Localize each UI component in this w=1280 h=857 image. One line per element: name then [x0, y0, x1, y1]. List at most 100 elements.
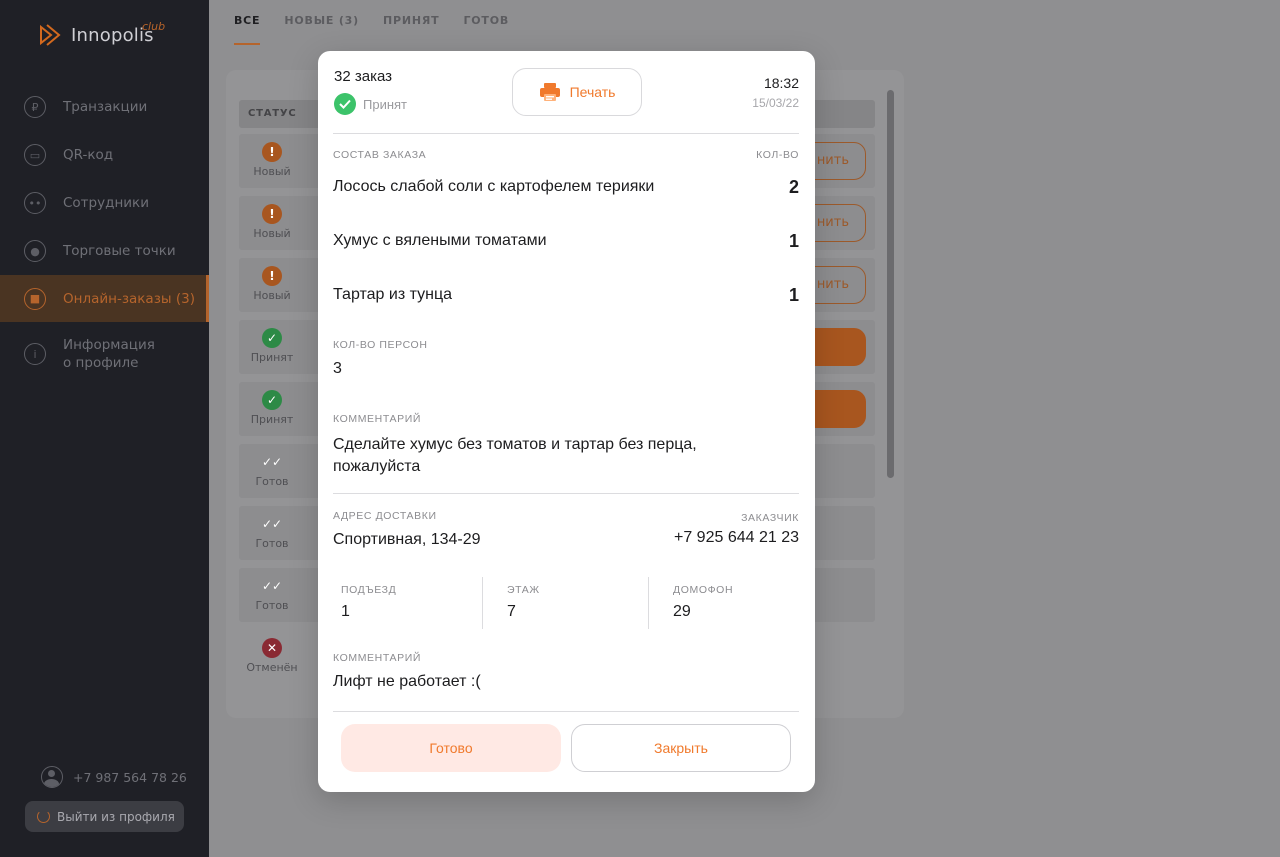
app-logo[interactable]: Innopolis club	[38, 20, 165, 48]
delivery-address: Спортивная, 134-29	[333, 531, 481, 548]
sidebar-item-label-line1: Информация	[63, 337, 155, 353]
floor-value: 7	[507, 603, 516, 620]
composition-caption: СОСТАВ ЗАКАЗА	[333, 149, 427, 161]
qr-icon: ▭	[24, 144, 46, 166]
qty-caption: КОЛ-ВО	[756, 149, 799, 161]
status-label: Готов	[255, 537, 289, 550]
entrance-caption: ПОДЪЕЗД	[341, 584, 397, 596]
warning-icon: !	[262, 142, 282, 162]
logout-label: Выйти из профиля	[57, 809, 175, 824]
tab-all[interactable]: ВСЕ	[234, 0, 261, 45]
sidebar-item-label-line2: о профиле	[63, 355, 139, 371]
customer-caption: ЗАКАЗЧИК	[741, 512, 799, 524]
tab-ready[interactable]: ГОТОВ	[463, 0, 509, 45]
bag-icon: ■	[24, 287, 46, 310]
order-item-name: Хумус с вялеными томатами	[333, 232, 547, 249]
divider	[333, 493, 799, 494]
profile-phone: +7 987 564 78 26	[41, 766, 187, 788]
status-label: Принят	[250, 351, 294, 364]
double-check-icon: ✓✓	[262, 455, 283, 469]
sidebar-item-label: Торговые точки	[63, 243, 176, 259]
intercom-caption: ДОМОФОН	[673, 584, 734, 596]
info-icon: i	[24, 343, 46, 365]
status-label: Готов	[255, 599, 289, 612]
phone-text: +7 987 564 78 26	[73, 769, 187, 785]
table-header-status: СТАТУС	[248, 108, 297, 119]
print-button[interactable]: Печать	[512, 68, 642, 116]
double-check-icon: ✓✓	[262, 579, 283, 593]
status-cell: ✓✓ Готов	[239, 576, 305, 612]
order-status: Принят	[334, 93, 407, 115]
order-date: 15/03/22	[752, 96, 799, 110]
sidebar-item-profile-info[interactable]: i Информация о профиле	[0, 330, 209, 378]
address-caption: АДРЕС ДОСТАВКИ	[333, 510, 437, 522]
order-tabs: ВСЕ НОВЫЕ (3) ПРИНЯТ ГОТОВ	[234, 0, 533, 45]
status-label: Новый	[253, 165, 291, 178]
sidebar-item-label: Онлайн-заказы (3)	[63, 290, 195, 307]
order-item-qty: 1	[788, 285, 799, 305]
status-label: Отменён	[246, 661, 298, 674]
status-label: Новый	[253, 227, 291, 240]
entrance-value: 1	[341, 603, 350, 620]
status-cell: ! Новый	[239, 142, 305, 178]
delivery-comment-caption: КОММЕНТАРИЙ	[333, 652, 422, 664]
tab-accepted[interactable]: ПРИНЯТ	[383, 0, 439, 45]
ruble-icon: ₽	[24, 96, 46, 118]
order-details-modal: 32 заказ Принят Печать 18:32 15/03/22 СО…	[318, 51, 815, 792]
floor-caption: ЭТАЖ	[507, 584, 540, 596]
print-label: Печать	[569, 84, 616, 100]
order-title: 32 заказ	[334, 68, 393, 85]
status-cell: ✓✓ Готов	[239, 452, 305, 488]
scrollbar[interactable]	[887, 90, 894, 478]
check-circle-icon	[334, 93, 356, 115]
double-check-icon: ✓✓	[262, 517, 283, 531]
sidebar-item-label: Информация о профиле	[63, 336, 155, 372]
order-item-name: Тартар из тунца	[333, 286, 453, 303]
persons-caption: КОЛ-ВО ПЕРСОН	[333, 339, 428, 351]
sidebar-item-qr[interactable]: ▭ QR-код	[0, 131, 209, 179]
order-status-label: Принят	[363, 96, 408, 112]
status-cell: ✓✓ Готов	[239, 514, 305, 550]
order-item-name: Лосось слабой соли с картофелем терияки	[333, 178, 655, 195]
check-icon: ✓	[262, 328, 282, 348]
sidebar-item-label: QR-код	[63, 147, 114, 163]
order-comment: Сделайте хумус без томатов и тартар без …	[333, 436, 697, 475]
check-icon: ✓	[262, 390, 282, 410]
sidebar-item-label: Сотрудники	[63, 195, 149, 211]
separator	[482, 577, 483, 629]
divider	[333, 711, 799, 712]
sidebar-item-staff[interactable]: •• Сотрудники	[0, 179, 209, 227]
cancel-icon: ✕	[262, 638, 282, 658]
sidebar-item-outlets[interactable]: ● Торговые точки	[0, 227, 209, 275]
delivery-comment: Лифт не работает :(	[333, 673, 481, 690]
avatar-icon	[41, 766, 63, 788]
warning-icon: !	[262, 204, 282, 224]
order-time: 18:32	[763, 75, 799, 91]
logo-icon	[40, 24, 61, 46]
status-cell: ✓ Принят	[239, 390, 305, 426]
divider	[333, 133, 799, 134]
status-label: Принят	[250, 413, 294, 426]
status-cell: ✕ Отменён	[239, 638, 305, 674]
sidebar-item-transactions[interactable]: ₽ Транзакции	[0, 83, 209, 131]
ready-button[interactable]: Готово	[341, 724, 561, 772]
warning-icon: !	[262, 266, 282, 286]
persons-value: 3	[333, 360, 342, 377]
status-cell: ✓ Принят	[239, 328, 305, 364]
users-icon: ••	[24, 192, 46, 214]
order-item-qty: 1	[788, 231, 799, 251]
tab-new[interactable]: НОВЫЕ (3)	[284, 0, 359, 45]
status-label: Новый	[253, 289, 291, 302]
logo-sup: club	[142, 20, 166, 33]
status-cell: ! Новый	[239, 266, 305, 302]
logout-icon	[37, 810, 50, 823]
status-label: Готов	[255, 475, 289, 488]
sidebar-item-label: Транзакции	[63, 99, 148, 115]
separator	[648, 577, 649, 629]
logout-button[interactable]: Выйти из профиля	[25, 801, 184, 832]
status-cell: ! Новый	[239, 204, 305, 240]
comment-caption: КОММЕНТАРИЙ	[333, 413, 422, 425]
printer-icon	[539, 83, 560, 101]
sidebar-item-online-orders[interactable]: ■ Онлайн-заказы (3)	[0, 275, 209, 322]
close-button[interactable]: Закрыть	[571, 724, 791, 772]
